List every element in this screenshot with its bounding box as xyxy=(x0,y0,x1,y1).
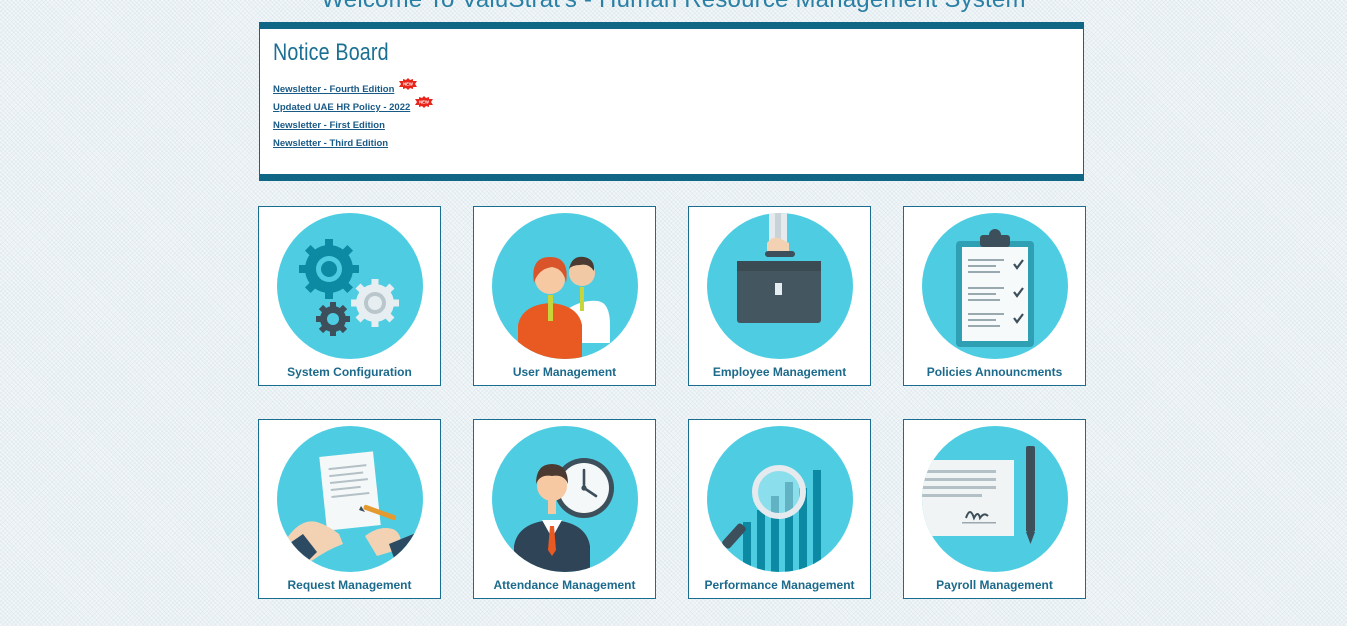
tile-request-management[interactable]: Request Management xyxy=(258,419,441,599)
gears-icon xyxy=(277,213,423,359)
notice-link-newsletter-third[interactable]: Newsletter - Third Edition xyxy=(273,135,388,153)
tile-user-management[interactable]: User Management xyxy=(473,206,656,386)
notice-link-newsletter-fourth[interactable]: Newsletter - Fourth Edition xyxy=(273,81,394,99)
page-title: Welcome To ValuStrat's - Human Resource … xyxy=(0,0,1347,14)
tile-label: Policies Announcments xyxy=(926,365,1063,379)
users-icon xyxy=(492,213,638,359)
tile-label: User Management xyxy=(512,365,617,379)
notice-link-newsletter-first[interactable]: Newsletter - First Edition xyxy=(273,117,385,135)
notice-list: Newsletter - Fourth Edition NEW Updated … xyxy=(273,78,434,153)
signing-document-icon xyxy=(277,426,423,572)
new-badge-icon: NEW xyxy=(399,78,418,90)
tile-system-configuration[interactable]: System Configuration xyxy=(258,206,441,386)
magnifier-chart-icon xyxy=(707,426,853,572)
svg-text:NEW: NEW xyxy=(419,100,429,105)
new-badge-icon: NEW xyxy=(415,96,434,108)
svg-text:NEW: NEW xyxy=(404,82,414,87)
tile-payroll-management[interactable]: Payroll Management xyxy=(903,419,1086,599)
notice-item: Newsletter - Fourth Edition NEW xyxy=(273,78,434,99)
notice-board: Notice Board Newsletter - Fourth Edition… xyxy=(259,22,1084,181)
notice-link-uae-hr-policy[interactable]: Updated UAE HR Policy - 2022 xyxy=(273,99,410,117)
tile-label: Employee Management xyxy=(712,365,847,379)
tile-label: System Configuration xyxy=(287,365,412,379)
tile-attendance-management[interactable]: Attendance Management xyxy=(473,419,656,599)
briefcase-icon xyxy=(707,213,853,359)
notice-item: Newsletter - First Edition xyxy=(273,117,434,135)
tile-label: Attendance Management xyxy=(493,578,636,592)
tile-label: Performance Management xyxy=(704,578,855,592)
tile-employee-management[interactable]: Employee Management xyxy=(688,206,871,386)
notice-item: Updated UAE HR Policy - 2022 NEW xyxy=(273,96,434,117)
tile-label: Request Management xyxy=(287,578,412,592)
tile-performance-management[interactable]: Performance Management xyxy=(688,419,871,599)
notice-item: Newsletter - Third Edition xyxy=(273,135,434,153)
tile-label: Payroll Management xyxy=(936,578,1053,592)
clock-employee-icon xyxy=(492,426,638,572)
tile-policies-announcements[interactable]: Policies Announcments xyxy=(903,206,1086,386)
signed-contract-icon xyxy=(922,426,1068,572)
clipboard-icon xyxy=(922,213,1068,359)
notice-board-title: Notice Board xyxy=(273,39,389,66)
